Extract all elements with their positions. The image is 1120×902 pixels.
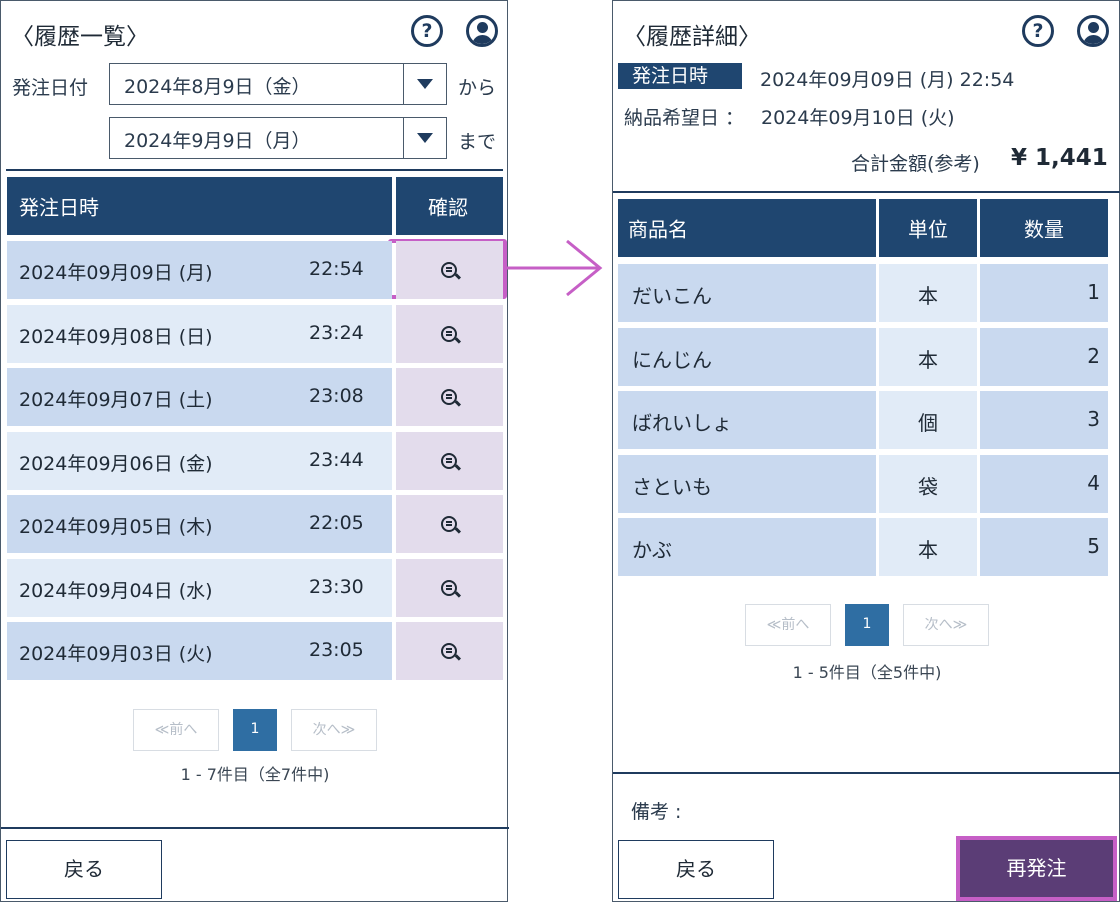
table-row: 2024年09月08日 (日) 23:24 [7,304,392,363]
column-header-name: 商品名 [618,199,876,257]
row-item-name: かぶ [618,518,876,576]
row-time: 23:24 [309,321,364,344]
row-time: 23:30 [309,575,364,598]
zoom-detail-icon [441,516,462,534]
to-date-select[interactable]: 2024年9月9日（月） [109,117,447,159]
footer-divider [613,772,1120,774]
confirm-button[interactable] [396,304,503,363]
confirm-button[interactable] [396,241,503,299]
confirm-button[interactable] [396,368,503,426]
back-button[interactable]: 戻る [6,840,162,899]
history-detail-panel: 〈履歴詳細〉 ? 発注日時 2024年09月09日 (月) 22:54 納品希望… [612,0,1120,902]
page-title: 〈履歴詳細〉 [623,24,761,50]
prev-page-button[interactable]: ≪前へ [133,709,219,751]
row-item-qty: 4 [980,454,1108,513]
zoom-detail-icon [441,325,462,343]
history-list-panel: 〈履歴一覧〉 ? 発注日付 2024年8月9日（金） から 2024年9月9日（… [0,0,509,902]
row-item-qty: 2 [980,327,1108,386]
arrow-right-icon [505,239,603,297]
row-date: 2024年09月03日 (火) [19,643,213,665]
row-item-qty: 3 [980,391,1108,449]
column-header-datetime: 発注日時 [7,177,392,235]
next-page-button[interactable]: 次へ≫ [903,604,989,646]
page-title: 〈履歴一覧〉 [11,24,149,50]
table-row: 2024年09月06日 (金) 23:44 [7,431,392,490]
total-label: 合計金額(参考) [851,153,980,175]
help-icon[interactable]: ? [411,15,443,47]
zoom-detail-icon [441,389,462,407]
divider [613,191,1120,193]
row-item-qty: 5 [980,518,1108,576]
help-icon[interactable]: ? [1022,15,1054,47]
chevron-down-icon[interactable] [403,118,446,158]
row-date: 2024年09月06日 (金) [19,452,213,475]
row-time: 23:44 [309,448,364,471]
zoom-detail-icon [441,643,462,661]
divider [6,169,503,171]
table-row: 2024年09月04日 (水) 23:30 [7,558,392,617]
row-time: 22:54 [309,258,364,280]
table-row: 2024年09月05日 (木) 22:05 [7,495,392,553]
row-item-unit: 個 [879,391,977,449]
column-header-unit: 単位 [879,199,977,257]
order-datetime-badge: 発注日時 [618,63,742,89]
reorder-button[interactable]: 再発注 [956,836,1117,901]
row-time: 23:05 [309,639,364,661]
row-item-unit: 本 [879,327,977,386]
from-suffix: から [458,77,497,99]
chevron-down-icon[interactable] [403,64,446,104]
row-item-name: にんじん [618,327,876,386]
table-row: 2024年09月03日 (火) 23:05 [7,622,392,680]
to-suffix: まで [458,131,497,153]
column-header-qty: 数量 [980,199,1108,257]
zoom-detail-icon [441,579,462,597]
row-date: 2024年09月07日 (土) [19,389,213,411]
delivery-date-value: 2024年09月10日 (火) [761,107,955,129]
from-date-value: 2024年8月9日（金） [124,76,311,98]
row-item-name: ばれいしょ [618,391,876,449]
row-item-name: さといも [618,454,876,513]
zoom-detail-icon [441,452,462,470]
row-time: 23:08 [309,385,364,407]
row-item-qty: 1 [980,264,1108,322]
confirm-button[interactable] [396,622,503,680]
delivery-label: 納品希望日 ： [624,107,745,129]
row-time: 22:05 [309,512,364,534]
row-date: 2024年09月09日 (月) [19,262,213,284]
user-icon[interactable] [1077,15,1109,47]
column-header-confirm: 確認 [396,177,503,235]
row-date: 2024年09月08日 (日) [19,325,213,348]
row-date: 2024年09月05日 (木) [19,516,213,538]
row-item-unit: 本 [879,264,977,322]
pagination-summary: 1 - 7件目（全7件中) [180,765,330,784]
date-filter-label: 発注日付 [12,77,89,99]
confirm-button[interactable] [396,495,503,553]
total-value: ¥ 1,441 [1011,145,1108,171]
row-item-unit: 袋 [879,454,977,513]
remarks-label: 備考 : [631,801,682,823]
back-button[interactable]: 戻る [618,840,774,899]
table-row: 2024年09月07日 (土) 23:08 [7,368,392,426]
user-icon[interactable] [466,15,498,47]
next-page-button[interactable]: 次へ≫ [291,709,377,751]
to-date-value: 2024年9月9日（月） [124,130,311,152]
row-item-unit: 本 [879,518,977,576]
current-page-button[interactable]: 1 [845,604,889,646]
row-date: 2024年09月04日 (水) [19,579,213,602]
zoom-detail-icon [441,262,462,280]
row-item-name: だいこん [618,264,876,322]
confirm-button[interactable] [396,558,503,617]
current-page-button[interactable]: 1 [233,709,277,751]
table-row: 2024年09月09日 (月) 22:54 [7,241,392,299]
footer-divider [1,827,509,829]
pagination-summary: 1 - 5件目（全5件中) [792,663,942,682]
prev-page-button[interactable]: ≪前へ [745,604,831,646]
from-date-select[interactable]: 2024年8月9日（金） [109,63,447,105]
confirm-button[interactable] [396,431,503,490]
order-datetime-value: 2024年09月09日 (月) 22:54 [760,69,1015,91]
